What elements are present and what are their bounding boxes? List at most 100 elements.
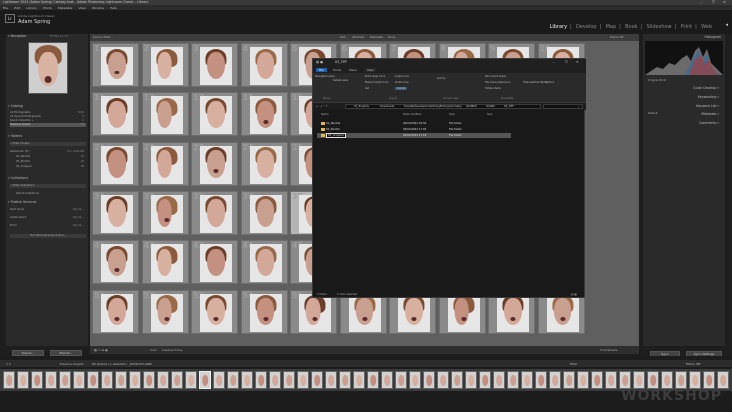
grid-thumbnail[interactable]: 21 (92, 141, 139, 186)
tab-share[interactable]: Share (349, 68, 357, 72)
layout-details[interactable]: Details (395, 87, 408, 90)
filmstrip-thumbnail[interactable] (269, 371, 281, 389)
keywording-header[interactable]: Keywording (645, 94, 723, 100)
filmstrip-thumbnail[interactable] (157, 371, 169, 389)
sort-value[interactable]: Capture Time (162, 348, 182, 352)
col-size[interactable]: Size (487, 113, 492, 116)
navigation-pane-button[interactable]: Navigation pane (315, 75, 335, 78)
filmstrip-thumbnail[interactable] (619, 371, 631, 389)
layout-large[interactable]: Large icons (395, 75, 409, 78)
module-print[interactable]: Print (681, 24, 693, 30)
grid-thumbnail[interactable]: 51 (92, 289, 139, 334)
filmstrip-thumbnail[interactable] (87, 371, 99, 389)
filmstrip-thumbnail[interactable] (675, 371, 687, 389)
details-pane-button[interactable]: Details pane (333, 79, 348, 82)
col-name[interactable]: Name (321, 113, 329, 116)
catalog-header[interactable]: Catalog (8, 104, 86, 109)
comments-header[interactable]: Comments (645, 120, 723, 126)
grid-thumbnail[interactable]: 3 (191, 43, 238, 87)
filmstrip-thumbnail[interactable] (605, 371, 617, 389)
filmstrip-thumbnail[interactable] (241, 371, 253, 389)
grid-view-icon[interactable]: ▦ ▭ ⊟ ▣ (94, 348, 108, 352)
grid-thumbnail[interactable]: 41 (92, 240, 139, 285)
collections-header[interactable]: Collections (8, 176, 86, 181)
filmstrip-thumbnail[interactable] (339, 371, 351, 389)
navigator-preview[interactable] (28, 42, 68, 94)
publish-adobe-stock[interactable]: Adobe Stock Set Up... (10, 216, 86, 220)
file-row-cropped[interactable]: 03_Cropped 04/02/2024 17:18 File folder (317, 133, 511, 138)
grid-thumbnail[interactable]: 43 (191, 240, 238, 285)
col-date[interactable]: Date modified (403, 113, 421, 116)
filmstrip-thumbnail[interactable] (451, 371, 463, 389)
file-row-stretch[interactable]: 02_Stretch 04/02/2024 17:03 File folder (317, 127, 511, 132)
filmstrip-thumbnail[interactable] (521, 371, 533, 389)
filmstrip-thumbnail[interactable] (535, 371, 547, 389)
tab-home[interactable]: Home (333, 68, 341, 72)
layout-list[interactable]: List (365, 87, 369, 90)
filmstrip-thumbnail[interactable] (437, 371, 449, 389)
publish-services-header[interactable]: Publish Services (8, 200, 86, 205)
filmstrip-thumbnail[interactable] (689, 371, 701, 389)
module-map[interactable]: Map (606, 24, 617, 30)
filmstrip-thumbnail[interactable] (311, 371, 323, 389)
grid-thumbnail[interactable]: 44 (240, 240, 288, 285)
module-library[interactable]: Library (550, 24, 567, 30)
view-toggle-icon[interactable]: ▤ ▦ (571, 293, 577, 296)
folder-stretch[interactable]: 02_Stretch 23 (10, 160, 86, 164)
publish-hard-drive[interactable]: Hard Drive Set Up... (10, 208, 86, 212)
filmstrip-thumbnail[interactable] (171, 371, 183, 389)
module-menu-icon[interactable]: ◂ (725, 22, 728, 28)
grid-thumbnail[interactable]: 11 (92, 92, 139, 137)
grid-thumbnail[interactable]: 23 (191, 141, 238, 186)
filmstrip-thumbnail[interactable] (717, 371, 729, 389)
filmstrip-thumbnail[interactable] (297, 371, 309, 389)
histogram-header[interactable]: Histogram (704, 35, 721, 39)
catalog-previous-import[interactable]: Previous Import 84 (10, 123, 86, 127)
filter-none[interactable]: None (388, 35, 395, 39)
filmstrip-thumbnail[interactable] (213, 371, 225, 389)
nav-arrows-icon[interactable]: ← → ˅ ↑ (316, 104, 328, 108)
filter-attribute[interactable]: Attribute (352, 35, 364, 39)
filmstrip-thumbnail[interactable] (423, 371, 435, 389)
filmstrip-thumbnail[interactable] (647, 371, 659, 389)
filmstrip-thumbnail[interactable] (353, 371, 365, 389)
filmstrip-thumbnail[interactable] (45, 371, 57, 389)
keyword-list-header[interactable]: Keyword List (645, 103, 723, 109)
folder-volume[interactable]: Games Pro (E:) 22 / 1024 GB (10, 150, 86, 154)
grid-thumbnail[interactable]: 52 (141, 289, 189, 334)
filmstrip-thumbnail[interactable] (199, 371, 211, 389)
filmstrip-thumbnail[interactable] (661, 371, 673, 389)
explorer-search-input[interactable]: ⌕ (543, 104, 583, 109)
module-web[interactable]: Web (701, 24, 712, 30)
layout-small[interactable]: Small icons (395, 81, 409, 84)
filmstrip-thumbnail[interactable] (101, 371, 113, 389)
tab-file[interactable]: File (316, 68, 327, 72)
quick-develop-header[interactable]: Quick Develop (645, 85, 723, 91)
filmstrip-thumbnail[interactable] (129, 371, 141, 389)
grid-thumbnail[interactable]: 22 (141, 141, 189, 186)
grid-thumbnail[interactable]: 54 (240, 289, 288, 334)
filmstrip-thumbnail[interactable] (549, 371, 561, 389)
filmstrip-thumbnail[interactable] (633, 371, 645, 389)
filmstrip-thumbnail[interactable] (143, 371, 155, 389)
grid-thumbnail[interactable]: 42 (141, 240, 189, 285)
grid-thumbnail[interactable]: 33 (191, 190, 238, 235)
filmstrip-filter-value[interactable]: Filters Off (686, 362, 700, 366)
grid-thumbnail[interactable]: 13 (191, 92, 238, 137)
module-book[interactable]: Book (625, 24, 637, 30)
filmstrip-thumbnail[interactable] (381, 371, 393, 389)
grid-thumbnail[interactable]: 32 (141, 190, 189, 235)
module-slideshow[interactable]: Slideshow (647, 24, 672, 30)
find-more-services[interactable]: Find More Services Online... (10, 234, 86, 238)
filmstrip-thumbnail[interactable] (325, 371, 337, 389)
filmstrip-thumbnail[interactable] (395, 371, 407, 389)
grid-thumbnail[interactable]: 2 (141, 43, 189, 87)
grid-thumbnail[interactable]: 31 (92, 190, 139, 235)
col-type[interactable]: Type (449, 113, 455, 116)
filmstrip-thumbnail[interactable] (563, 371, 575, 389)
filmstrip-thumbnail[interactable] (703, 371, 715, 389)
filmstrip-thumbnail[interactable] (507, 371, 519, 389)
folders-header[interactable]: Folders (8, 134, 86, 139)
navigator-header[interactable]: Navigator (8, 34, 86, 39)
file-row-neutral[interactable]: 01_Neutral 04/02/2024 16:56 File folder (317, 121, 511, 126)
